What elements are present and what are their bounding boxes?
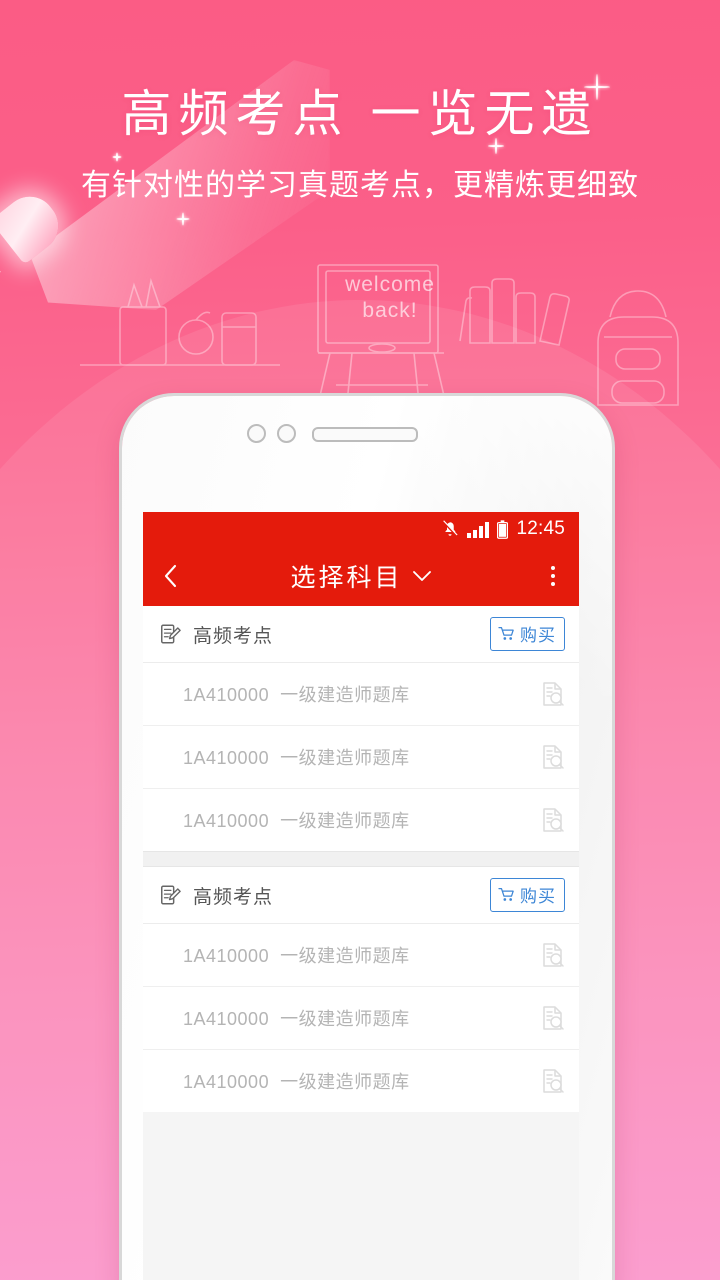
- status-time: 12:45: [516, 518, 565, 539]
- page-title: 高频考点 一览无遗: [121, 86, 599, 142]
- list-empty-area: [143, 1112, 579, 1280]
- list-item[interactable]: 1A410000 一级建造师题库: [143, 789, 579, 851]
- cart-icon: [498, 627, 514, 640]
- blackboard-line-2: back!: [362, 299, 418, 322]
- list-item[interactable]: 1A410000 一级建造师题库: [143, 987, 579, 1050]
- list-item[interactable]: 1A410000 一级建造师题库: [143, 663, 579, 726]
- subject-group: 高频考点 购买 1A410000 一级建造师题库 1A410000 一级建造师题…: [143, 606, 579, 851]
- buy-button-label: 购买: [520, 887, 556, 906]
- phone-screen: 12:45 选择科目 高频考点 购买 1A410000 一级建造师题库 1A41…: [143, 512, 579, 1280]
- document-pen-icon: [161, 624, 181, 644]
- header-title-group: 选择科目: [143, 558, 579, 594]
- promo-screenshot: 高频考点 一览无遗 有针对性的学习真题考点，更精炼更细致 welcome bac…: [0, 0, 720, 1280]
- more-vertical-icon: [551, 582, 555, 586]
- chevron-left-icon: [164, 564, 177, 588]
- section-title: 高频考点: [193, 886, 274, 908]
- list-item[interactable]: 1A410000 一级建造师题库: [143, 726, 579, 789]
- section-header: 高频考点 购买: [143, 867, 579, 924]
- list-item-label: 1A410000 一级建造师题库: [183, 748, 410, 768]
- buy-button[interactable]: 购买: [490, 878, 565, 912]
- subject-group: 高频考点 购买 1A410000 一级建造师题库 1A410000 一级建造师题…: [143, 867, 579, 1112]
- app-header: 选择科目: [143, 546, 579, 606]
- list-item[interactable]: 1A410000 一级建造师题库: [143, 1050, 579, 1112]
- list-item[interactable]: 1A410000 一级建造师题库: [143, 924, 579, 987]
- more-vertical-icon: [551, 574, 555, 578]
- buy-button[interactable]: 购买: [490, 617, 565, 651]
- blackboard-line-1: welcome: [345, 273, 435, 296]
- mute-bell-icon: [442, 520, 459, 537]
- document-search-icon: [543, 1069, 564, 1093]
- sensor-dot-icon: [277, 424, 296, 443]
- document-search-icon: [543, 682, 564, 706]
- status-bar: 12:45: [143, 512, 579, 546]
- section-title: 高频考点: [193, 625, 274, 647]
- section-header: 高频考点 购买: [143, 606, 579, 663]
- more-vertical-icon: [551, 566, 555, 570]
- document-search-icon: [543, 745, 564, 769]
- header-title: 选择科目: [290, 564, 403, 592]
- speaker-slot-icon: [312, 427, 418, 442]
- list-item-label: 1A410000 一级建造师题库: [183, 1072, 410, 1092]
- document-pen-icon: [161, 885, 181, 905]
- page-subtitle: 有针对性的学习真题考点，更精炼更细致: [81, 169, 639, 202]
- document-search-icon: [543, 1006, 564, 1030]
- camera-dot-icon: [247, 424, 266, 443]
- document-search-icon: [543, 808, 564, 832]
- list-item-label: 1A410000 一级建造师题库: [183, 946, 410, 966]
- back-button[interactable]: [143, 564, 197, 588]
- buy-button-label: 购买: [520, 626, 556, 645]
- list-item-label: 1A410000 一级建造师题库: [183, 685, 410, 705]
- list-item-label: 1A410000 一级建造师题库: [183, 811, 410, 831]
- battery-icon: [497, 519, 509, 539]
- signal-bars-icon: [467, 521, 490, 538]
- subject-list[interactable]: 高频考点 购买 1A410000 一级建造师题库 1A410000 一级建造师题…: [143, 606, 579, 1280]
- overflow-menu-button[interactable]: [527, 546, 579, 606]
- document-search-icon: [543, 943, 564, 967]
- cart-icon: [498, 888, 514, 901]
- chevron-down-icon[interactable]: [412, 570, 432, 582]
- list-item-label: 1A410000 一级建造师题库: [183, 1009, 410, 1029]
- group-divider: [143, 851, 579, 867]
- blackboard-text: welcome back!: [330, 272, 450, 324]
